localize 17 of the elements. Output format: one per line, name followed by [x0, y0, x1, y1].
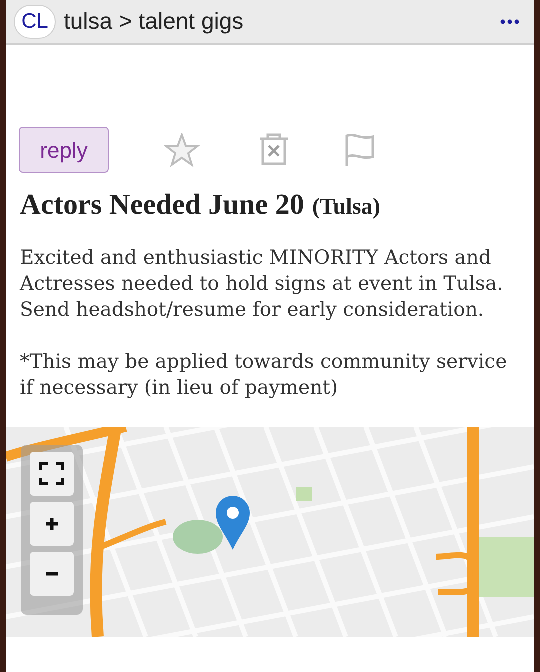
star-icon[interactable]: [164, 133, 200, 167]
trash-icon[interactable]: [258, 133, 290, 167]
breadcrumb[interactable]: tulsa > talent gigs: [64, 4, 492, 39]
fullscreen-button[interactable]: [30, 452, 74, 496]
reply-button[interactable]: reply: [19, 127, 109, 173]
location-label: (Tulsa): [312, 194, 381, 219]
body-paragraph: *This may be applied towards community service if necessary (in lieu of payment): [20, 349, 508, 401]
plus-icon: [45, 517, 59, 531]
site-logo[interactable]: CL: [14, 4, 56, 38]
map-pin-icon[interactable]: [215, 495, 251, 551]
zoom-out-button[interactable]: [30, 552, 74, 596]
body-paragraph: Excited and enthusiastic MINORITY Actors and Actresses needed to hold signs at event in Tulsa. Send headshot/resume for early consideration.: [20, 245, 504, 323]
minus-icon: [45, 572, 59, 576]
fullscreen-icon: [39, 462, 65, 486]
more-icon[interactable]: [500, 18, 520, 24]
title-text: Actors Needed June 20: [20, 189, 304, 221]
zoom-in-button[interactable]: [30, 502, 74, 546]
